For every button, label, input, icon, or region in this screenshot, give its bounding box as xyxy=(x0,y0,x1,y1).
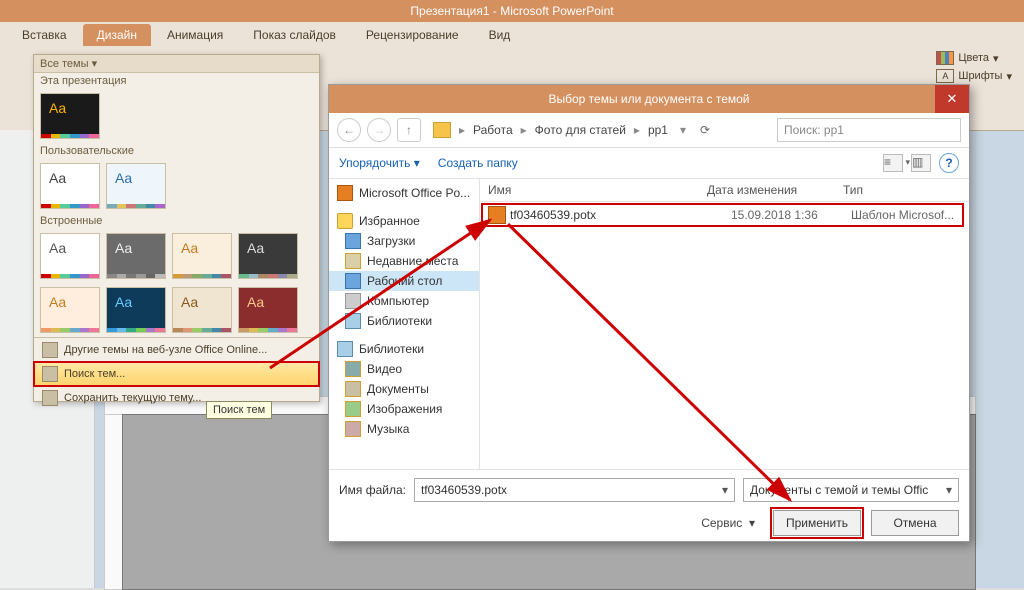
all-themes-header[interactable]: Все темы ▾ xyxy=(34,55,319,73)
file-type: Шаблон Microsof... xyxy=(851,208,963,222)
recent-icon xyxy=(345,253,361,269)
fonts-button[interactable]: A Шрифты ▾ xyxy=(932,68,1016,84)
tree-item[interactable]: Компьютер xyxy=(329,291,479,311)
dialog-title: Выбор темы или документа с темой ✕ xyxy=(329,85,969,113)
ruler-vertical xyxy=(104,414,124,590)
nav-up-button[interactable]: ↑ xyxy=(397,118,421,142)
tree-item[interactable]: Загрузки xyxy=(329,231,479,251)
themes-dropdown: Все темы ▾ Эта презентация Aa Пользовате… xyxy=(33,54,320,402)
music-icon xyxy=(345,421,361,437)
theme-thumb[interactable]: Aa xyxy=(40,93,100,139)
tab-slideshow[interactable]: Показ слайдов xyxy=(239,24,350,46)
tab-design[interactable]: Дизайн xyxy=(83,24,151,46)
dialog-toolbar: Упорядочить ▾ Создать папку ≡▾ ▥ ? xyxy=(329,148,969,179)
breadcrumb-part[interactable]: pp1 xyxy=(648,123,668,137)
tree-item[interactable]: Microsoft Office Po... xyxy=(329,183,479,203)
ribbon-tabs: Вставка Дизайн Анимация Показ слайдов Ре… xyxy=(0,22,1024,47)
fonts-label: Шрифты xyxy=(958,70,1002,82)
tree-item[interactable]: Недавние места xyxy=(329,251,479,271)
col-type[interactable]: Тип xyxy=(835,183,969,197)
nav-back-button[interactable]: ← xyxy=(337,118,361,142)
theme-thumb[interactable]: Aa xyxy=(172,287,232,333)
star-icon xyxy=(337,213,353,229)
tree-item[interactable]: Документы xyxy=(329,379,479,399)
breadcrumb-part[interactable]: Фото для статей xyxy=(535,123,626,137)
documents-icon xyxy=(345,381,361,397)
video-icon xyxy=(345,361,361,377)
cancel-button[interactable]: Отмена xyxy=(871,510,959,536)
file-list[interactable]: Имя Дата изменения Тип tf03460539.potx 1… xyxy=(480,179,969,469)
browse-themes-link[interactable]: Поиск тем... xyxy=(34,362,319,386)
folder-icon xyxy=(433,122,451,138)
save-current-theme-link[interactable]: Сохранить текущую тему... xyxy=(34,386,319,410)
apply-button[interactable]: Применить xyxy=(773,510,861,536)
filetype-filter[interactable]: Документы с темой и темы Offic xyxy=(743,478,959,502)
col-date[interactable]: Дата изменения xyxy=(699,183,835,197)
tree-item[interactable]: Изображения xyxy=(329,399,479,419)
filename-input[interactable]: tf03460539.potx xyxy=(414,478,735,502)
theme-thumb[interactable]: Aa xyxy=(106,163,166,209)
close-button[interactable]: ✕ xyxy=(935,85,969,113)
libraries-icon xyxy=(337,341,353,357)
ribbon-right-group: Цвета ▾ A Шрифты ▾ Стили Скрыт xyxy=(932,50,1016,84)
theme-thumb[interactable]: Aa xyxy=(106,233,166,279)
filename-label: Имя файла: xyxy=(339,483,406,497)
app-title: Презентация1 - Microsoft PowerPoint xyxy=(0,0,1024,22)
file-row[interactable]: tf03460539.potx 15.09.2018 1:36 Шаблон M… xyxy=(482,204,963,226)
breadcrumb-part[interactable]: Работа xyxy=(473,123,513,137)
tooltip: Поиск тем xyxy=(206,401,272,419)
tab-review[interactable]: Рецензирование xyxy=(352,24,473,46)
nav-forward-button[interactable]: → xyxy=(367,118,391,142)
theme-thumb[interactable]: Aa xyxy=(40,163,100,209)
refresh-button[interactable]: ⟳ xyxy=(696,123,714,137)
more-themes-online-link[interactable]: Другие темы на веб-узле Office Online... xyxy=(34,338,319,362)
tree-item[interactable]: Избранное xyxy=(329,211,479,231)
globe-icon xyxy=(42,342,58,358)
images-icon xyxy=(345,401,361,417)
col-name[interactable]: Имя xyxy=(480,183,699,197)
preview-pane-button[interactable]: ▥ xyxy=(911,154,931,172)
tab-animation[interactable]: Анимация xyxy=(153,24,237,46)
theme-thumb[interactable]: Aa xyxy=(172,233,232,279)
downloads-icon xyxy=(345,233,361,249)
list-header[interactable]: Имя Дата изменения Тип xyxy=(480,179,969,202)
desktop-icon xyxy=(345,273,361,289)
new-folder-button[interactable]: Создать папку xyxy=(438,156,518,170)
organize-button[interactable]: Упорядочить ▾ xyxy=(339,156,420,170)
tree-item[interactable]: Библиотеки xyxy=(329,311,479,331)
section-this-presentation: Эта презентация xyxy=(34,73,319,89)
tree-item[interactable]: Рабочий стол xyxy=(329,271,479,291)
potx-file-icon xyxy=(488,206,506,224)
service-menu[interactable]: Сервис ▾ xyxy=(701,516,755,530)
theme-thumb[interactable]: Aa xyxy=(238,287,298,333)
save-icon xyxy=(42,390,58,406)
section-custom: Пользовательские xyxy=(34,143,319,159)
file-dialog: Выбор темы или документа с темой ✕ ← → ↑… xyxy=(328,84,970,542)
colors-label: Цвета xyxy=(958,52,989,64)
dialog-nav: ← → ↑ ▸Работа ▸Фото для статей ▸pp1 ▾ ⟳ … xyxy=(329,113,969,148)
folder-search-icon xyxy=(42,366,58,382)
tree-item[interactable]: Библиотеки xyxy=(329,339,479,359)
help-button[interactable]: ? xyxy=(939,153,959,173)
powerpoint-icon xyxy=(337,185,353,201)
folder-tree[interactable]: Microsoft Office Po... Избранное Загрузк… xyxy=(329,179,480,469)
theme-thumb[interactable]: Aa xyxy=(40,233,100,279)
file-date: 15.09.2018 1:36 xyxy=(731,208,851,222)
libraries-icon xyxy=(345,313,361,329)
tab-view[interactable]: Вид xyxy=(475,24,525,46)
tab-insert[interactable]: Вставка xyxy=(8,24,81,46)
theme-thumb[interactable]: Aa xyxy=(106,287,166,333)
theme-thumb[interactable]: Aa xyxy=(238,233,298,279)
tree-item[interactable]: Видео xyxy=(329,359,479,379)
computer-icon xyxy=(345,293,361,309)
file-name: tf03460539.potx xyxy=(510,208,731,222)
view-options-button[interactable]: ≡▾ xyxy=(883,154,903,172)
search-input[interactable]: Поиск: pp1 xyxy=(777,118,961,142)
tree-item[interactable]: Музыка xyxy=(329,419,479,439)
theme-thumb[interactable]: Aa xyxy=(40,287,100,333)
section-builtin: Встроенные xyxy=(34,213,319,229)
colors-button[interactable]: Цвета ▾ xyxy=(932,50,1016,66)
